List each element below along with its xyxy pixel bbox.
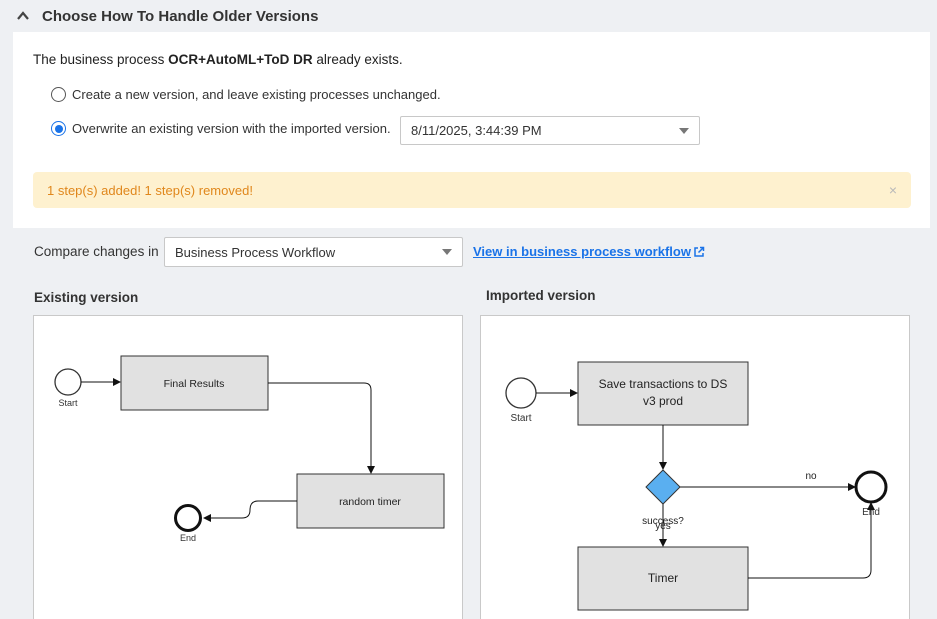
imported-version-title: Imported version bbox=[486, 288, 596, 303]
step-final-results-label: Final Results bbox=[164, 378, 225, 390]
external-link-icon bbox=[694, 246, 705, 257]
imported-workflow-diagram: Start Save transactions to DS v3 prod su… bbox=[505, 361, 888, 611]
chevron-up-icon[interactable] bbox=[16, 9, 30, 23]
option-overwrite-label: Overwrite an existing version with the i… bbox=[72, 121, 391, 136]
start-event[interactable] bbox=[54, 368, 82, 396]
flow-timer-to-end bbox=[748, 502, 875, 579]
version-select[interactable]: 8/11/2025, 3:44:39 PM bbox=[400, 116, 700, 145]
alert-message: 1 step(s) added! 1 step(s) removed! bbox=[47, 182, 253, 198]
intro-suffix: already exists. bbox=[312, 52, 403, 67]
compare-select[interactable]: Business Process Workflow bbox=[164, 237, 463, 267]
imported-version-panel: Start Save transactions to DS v3 prod su… bbox=[480, 315, 910, 619]
step-random-timer-label: random timer bbox=[339, 496, 401, 508]
radio-overwrite[interactable] bbox=[51, 121, 66, 136]
end-event[interactable] bbox=[174, 504, 202, 532]
close-icon[interactable]: × bbox=[889, 182, 897, 198]
compare-label: Compare changes in bbox=[34, 244, 159, 259]
version-options-card: The business process OCR+AutoML+ToD DR a… bbox=[13, 32, 930, 228]
start-label: Start bbox=[510, 413, 531, 424]
option-create-new-label: Create a new version, and leave existing… bbox=[72, 87, 441, 102]
start-event[interactable] bbox=[505, 377, 537, 409]
existing-workflow-diagram: Start Final Results random timer End bbox=[54, 355, 445, 543]
step-timer-label: Timer bbox=[648, 571, 678, 585]
intro-text: The business process OCR+AutoML+ToD DR a… bbox=[33, 52, 403, 67]
changes-alert: 1 step(s) added! 1 step(s) removed! × bbox=[33, 172, 911, 208]
start-label: Start bbox=[58, 398, 78, 408]
process-name: OCR+AutoML+ToD DR bbox=[168, 52, 313, 67]
section-header[interactable]: Choose How To Handle Older Versions bbox=[0, 0, 937, 32]
chevron-down-icon bbox=[679, 128, 689, 134]
end-event[interactable] bbox=[854, 470, 888, 504]
end-label: End bbox=[180, 533, 196, 543]
no-label: no bbox=[805, 471, 817, 482]
compare-select-value: Business Process Workflow bbox=[175, 244, 336, 260]
radio-create-new[interactable] bbox=[51, 87, 66, 102]
flow-step-to-timer bbox=[268, 382, 375, 474]
view-workflow-link[interactable]: View in business process workflow bbox=[473, 244, 705, 259]
intro-prefix: The business process bbox=[33, 52, 169, 67]
decision-gateway[interactable] bbox=[645, 469, 681, 505]
step-save-transactions-label-1: Save transactions to DS bbox=[599, 377, 728, 391]
step-save-transactions-label-2: v3 prod bbox=[643, 394, 683, 408]
option-overwrite[interactable]: Overwrite an existing version with the i… bbox=[51, 121, 391, 136]
view-workflow-link-text: View in business process workflow bbox=[473, 244, 691, 259]
chevron-down-icon bbox=[442, 249, 452, 255]
version-select-value: 8/11/2025, 3:44:39 PM bbox=[411, 123, 542, 138]
option-create-new[interactable]: Create a new version, and leave existing… bbox=[51, 87, 441, 102]
existing-version-panel: Start Final Results random timer End bbox=[33, 315, 463, 619]
existing-version-title: Existing version bbox=[34, 290, 139, 305]
flow-timer-to-end bbox=[203, 500, 297, 522]
section-title: Choose How To Handle Older Versions bbox=[42, 7, 319, 25]
